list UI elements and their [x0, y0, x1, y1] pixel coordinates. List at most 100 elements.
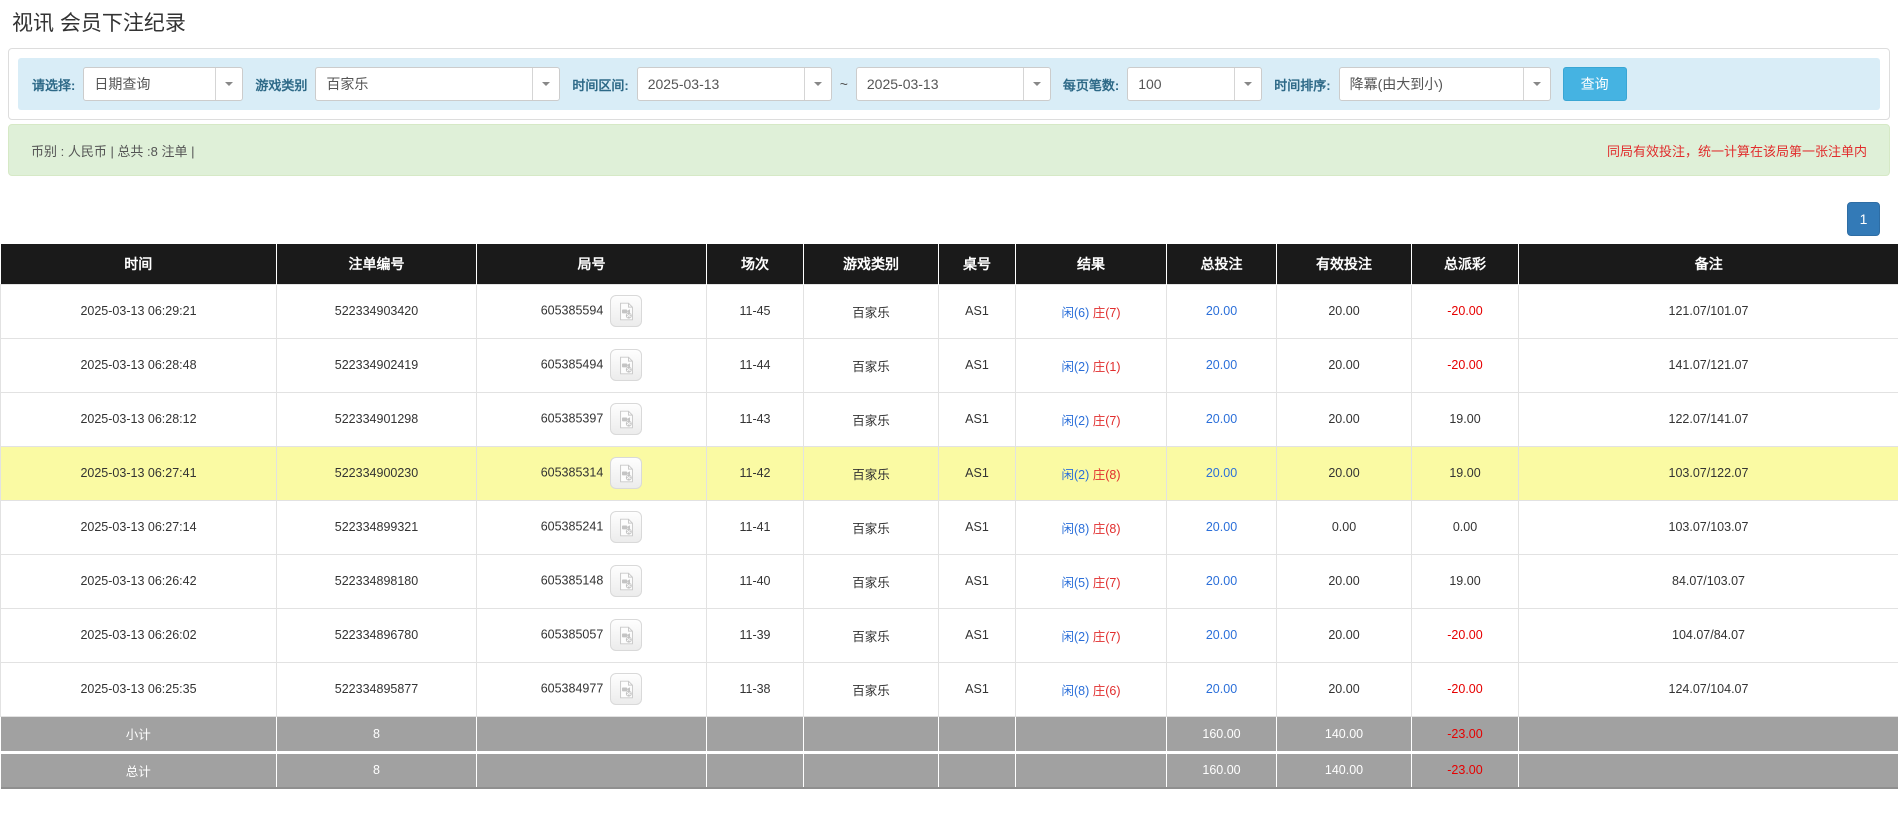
cell-payout: -20.00 — [1412, 662, 1519, 716]
cell-valid-bet: 20.00 — [1277, 338, 1412, 392]
pagination-page-button[interactable]: 1 — [1847, 202, 1880, 236]
result-banker: 庄(1) — [1093, 360, 1121, 374]
column-header: 场次 — [707, 244, 804, 284]
cell-round: 605385397 — [477, 392, 707, 446]
cell-round: 605385241 — [477, 500, 707, 554]
cell-time: 2025-03-13 06:26:02 — [1, 608, 277, 662]
bet-record-row: 2025-03-13 06:26:42522334898180605385148… — [1, 554, 1898, 608]
cell-table-number: AS1 — [939, 662, 1016, 716]
result-player: 闲(2) — [1061, 630, 1089, 644]
chevron-down-icon — [532, 68, 559, 100]
cell-remark: 84.07/103.07 — [1519, 554, 1898, 608]
date-from-value: 2025-03-13 — [648, 76, 720, 92]
date-to-select[interactable]: 2025-03-13 — [856, 67, 1051, 101]
subtotal-empty-game — [804, 716, 939, 752]
cell-total-bet[interactable]: 20.00 — [1167, 662, 1277, 716]
time-sort-select[interactable]: 降冪(由大到小) — [1339, 67, 1551, 101]
cell-game-type: 百家乐 — [804, 662, 939, 716]
cell-round: 605385314 — [477, 446, 707, 500]
cell-remark: 121.07/101.07 — [1519, 284, 1898, 338]
cell-remark: 141.07/121.07 — [1519, 338, 1898, 392]
cell-remark: 124.07/104.07 — [1519, 662, 1898, 716]
cell-session: 11-45 — [707, 284, 804, 338]
round-number: 605384977 — [541, 681, 604, 695]
chevron-down-icon — [1523, 68, 1550, 100]
cell-total-bet[interactable]: 20.00 — [1167, 608, 1277, 662]
cell-total-bet[interactable]: 20.00 — [1167, 446, 1277, 500]
cell-bet-id: 522334900230 — [277, 446, 477, 500]
page-size-value: 100 — [1138, 76, 1161, 92]
subtotal-count: 8 — [277, 716, 477, 752]
cell-time: 2025-03-13 06:29:21 — [1, 284, 277, 338]
total-empty-result — [1016, 752, 1167, 788]
cell-game-type: 百家乐 — [804, 608, 939, 662]
cell-payout: 19.00 — [1412, 554, 1519, 608]
page-size-select[interactable]: 100 — [1127, 67, 1262, 101]
cell-payout: 19.00 — [1412, 392, 1519, 446]
total-empty-round — [477, 752, 707, 788]
cell-table-number: AS1 — [939, 392, 1016, 446]
cell-total-bet[interactable]: 20.00 — [1167, 284, 1277, 338]
result-player: 闲(2) — [1061, 468, 1089, 482]
cell-total-bet[interactable]: 20.00 — [1167, 554, 1277, 608]
column-header: 时间 — [1, 244, 277, 284]
video-file-icon[interactable] — [610, 673, 642, 705]
subtotal-empty-remark — [1519, 716, 1898, 752]
cell-valid-bet: 20.00 — [1277, 608, 1412, 662]
total-count: 8 — [277, 752, 477, 788]
total-empty-game — [804, 752, 939, 788]
game-type-select[interactable]: 百家乐 — [315, 67, 560, 101]
chevron-down-icon — [215, 68, 242, 100]
cell-table-number: AS1 — [939, 284, 1016, 338]
cell-total-bet[interactable]: 20.00 — [1167, 500, 1277, 554]
cell-round: 605385494 — [477, 338, 707, 392]
cell-game-type: 百家乐 — [804, 446, 939, 500]
bet-record-row: 2025-03-13 06:27:41522334900230605385314… — [1, 446, 1898, 500]
game-type-label: 游戏类别 — [255, 75, 307, 94]
cell-total-bet[interactable]: 20.00 — [1167, 392, 1277, 446]
page-size-label: 每页笔数: — [1063, 75, 1119, 94]
column-header: 局号 — [477, 244, 707, 284]
result-banker: 庄(7) — [1093, 630, 1121, 644]
video-file-icon[interactable] — [610, 457, 642, 489]
video-file-icon[interactable] — [610, 349, 642, 381]
video-file-icon[interactable] — [610, 403, 642, 435]
chevron-down-icon — [1234, 68, 1261, 100]
range-tilde: ~ — [840, 76, 848, 92]
bet-record-row: 2025-03-13 06:29:21522334903420605385594… — [1, 284, 1898, 338]
column-header: 总投注 — [1167, 244, 1277, 284]
cell-table-number: AS1 — [939, 608, 1016, 662]
result-player: 闲(2) — [1061, 414, 1089, 428]
bet-records-table: 时间注单编号局号场次游戏类别桌号结果总投注有效投注总派彩备注 2025-03-1… — [0, 244, 1898, 789]
search-button[interactable]: 查询 — [1563, 67, 1627, 101]
result-banker: 庄(7) — [1093, 576, 1121, 590]
cell-session: 11-44 — [707, 338, 804, 392]
subtotal-total-bet: 160.00 — [1167, 716, 1277, 752]
cell-time: 2025-03-13 06:28:12 — [1, 392, 277, 446]
subtotal-valid-bet: 140.00 — [1277, 716, 1412, 752]
cell-result: 闲(2) 庄(7) — [1016, 608, 1167, 662]
cell-table-number: AS1 — [939, 446, 1016, 500]
round-number: 605385397 — [541, 411, 604, 425]
subtotal-empty-round — [477, 716, 707, 752]
column-header: 总派彩 — [1412, 244, 1519, 284]
bet-record-row: 2025-03-13 06:25:35522334895877605384977… — [1, 662, 1898, 716]
cell-valid-bet: 20.00 — [1277, 284, 1412, 338]
video-file-icon[interactable] — [610, 295, 642, 327]
cell-bet-id: 522334903420 — [277, 284, 477, 338]
video-file-icon[interactable] — [610, 511, 642, 543]
cell-bet-id: 522334902419 — [277, 338, 477, 392]
video-file-icon[interactable] — [610, 565, 642, 597]
cell-round: 605385057 — [477, 608, 707, 662]
cell-result: 闲(2) 庄(8) — [1016, 446, 1167, 500]
query-type-select[interactable]: 日期查询 — [83, 67, 243, 101]
cell-table-number: AS1 — [939, 338, 1016, 392]
cell-valid-bet: 0.00 — [1277, 500, 1412, 554]
subtotal-label: 小计 — [1, 716, 277, 752]
video-file-icon[interactable] — [610, 619, 642, 651]
date-from-select[interactable]: 2025-03-13 — [637, 67, 832, 101]
cell-result: 闲(2) 庄(1) — [1016, 338, 1167, 392]
cell-time: 2025-03-13 06:27:14 — [1, 500, 277, 554]
cell-total-bet[interactable]: 20.00 — [1167, 338, 1277, 392]
cell-game-type: 百家乐 — [804, 554, 939, 608]
